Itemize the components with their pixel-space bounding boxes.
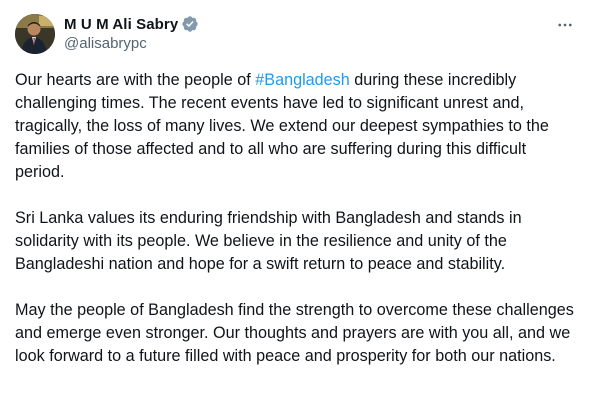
author-names: M U M Ali Sabry @alisabrypc — [64, 14, 199, 54]
tweet-paragraph-1: Our hearts are with the people of #Bangl… — [15, 69, 577, 184]
tweet-text: Our hearts are with the people of #Bangl… — [15, 69, 577, 391]
more-horizontal-icon — [558, 23, 572, 27]
name-row: M U M Ali Sabry — [64, 14, 199, 34]
avatar-image — [15, 14, 55, 54]
author-display-name[interactable]: M U M Ali Sabry — [64, 16, 178, 33]
tweet-paragraph-2: Sri Lanka values its enduring friendship… — [15, 209, 522, 273]
author-handle[interactable]: @alisabrypc — [64, 34, 199, 54]
hashtag-link[interactable]: #Bangladesh — [255, 71, 350, 89]
paragraph-1-start: Our hearts are with the people of — [15, 71, 256, 89]
more-options-button[interactable] — [550, 14, 580, 36]
tweet-card: M U M Ali Sabry @alisabrypc Our hearts a… — [0, 0, 592, 410]
tweet-paragraph-3: May the people of Bangladesh find the st… — [15, 301, 574, 365]
verified-badge-icon[interactable] — [181, 15, 199, 33]
tweet-header: M U M Ali Sabry @alisabrypc — [15, 12, 580, 56]
avatar[interactable] — [15, 14, 55, 54]
